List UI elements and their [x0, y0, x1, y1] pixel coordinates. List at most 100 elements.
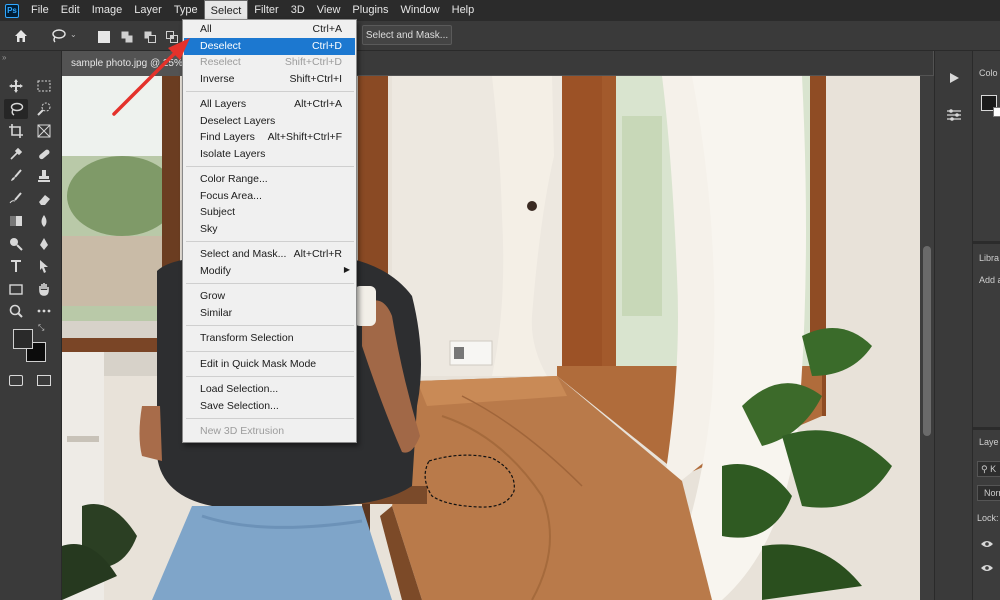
select-menu-item-select-and-mask[interactable]: Select and Mask... Alt+Ctrl+R	[184, 246, 355, 263]
swap-colors-icon[interactable]: ⤡	[38, 323, 44, 333]
menu-item-label: Load Selection...	[200, 383, 279, 395]
gradient-tool-icon[interactable]	[4, 211, 28, 231]
type-tool-icon[interactable]	[4, 256, 28, 276]
menu-plugins[interactable]: Plugins	[346, 0, 394, 21]
quick-mask-icon[interactable]	[9, 375, 23, 386]
pen-tool-icon[interactable]	[32, 234, 56, 254]
zoom-tool-icon[interactable]	[4, 301, 28, 321]
more-tools-icon[interactable]	[32, 301, 56, 321]
brush-tool-icon[interactable]	[4, 166, 28, 186]
select-menu-item-subject[interactable]: Subject	[184, 204, 355, 221]
select-menu-item-transform-selection[interactable]: Transform Selection	[184, 330, 355, 347]
panel-dock	[934, 51, 972, 600]
foreground-color-swatch[interactable]	[13, 329, 33, 349]
menu-item-label: Deselect Layers	[200, 114, 276, 127]
menu-view[interactable]: View	[311, 0, 347, 21]
vertical-scrollbar[interactable]	[920, 76, 934, 600]
menu-item-shortcut: Alt+Ctrl+R	[293, 248, 342, 260]
menu-separator	[186, 283, 354, 284]
play-icon[interactable]	[947, 71, 961, 85]
menu-image[interactable]: Image	[86, 0, 129, 21]
menu-item-shortcut: Ctrl+D	[311, 39, 342, 52]
libraries-panel-label[interactable]: Libra	[979, 253, 999, 263]
menu-item-label: Select and Mask...	[200, 248, 287, 260]
select-menu-item-grow[interactable]: Grow	[184, 288, 355, 305]
menu-window[interactable]: Window	[395, 0, 446, 21]
dodge-tool-icon[interactable]	[4, 234, 28, 254]
layers-panel-label[interactable]: Laye	[979, 437, 999, 447]
select-menu-item-find-layers[interactable]: Find Layers Alt+Shift+Ctrl+F	[184, 129, 355, 146]
path-select-tool-icon[interactable]	[32, 256, 56, 276]
select-menu-item-load-selection[interactable]: Load Selection...	[184, 381, 355, 398]
search-icon: ⚲	[981, 464, 991, 474]
add-to-selection-icon[interactable]	[121, 31, 133, 43]
lasso-preset-icon[interactable]	[50, 28, 66, 44]
menu-layer[interactable]: Layer	[128, 0, 168, 21]
select-menu-item-color-range[interactable]: Color Range...	[184, 171, 355, 188]
move-tool-icon[interactable]	[4, 76, 28, 96]
subtract-from-selection-icon[interactable]	[144, 31, 156, 43]
menu-3d[interactable]: 3D	[285, 0, 311, 21]
menu-item-shortcut: Alt+Ctrl+A	[294, 98, 342, 110]
menu-item-label: Edit in Quick Mask Mode	[200, 357, 317, 370]
quick-select-tool-icon[interactable]	[32, 99, 56, 119]
select-menu-item-isolate-layers[interactable]: Isolate Layers	[184, 146, 355, 163]
menu-type[interactable]: Type	[168, 0, 204, 21]
menu-file[interactable]: File	[25, 0, 55, 21]
menu-item-label: Color Range...	[200, 173, 268, 185]
menu-select[interactable]: Select	[203, 0, 249, 21]
select-menu-item-all-layers[interactable]: All Layers Alt+Ctrl+A	[184, 96, 355, 113]
menu-item-label: New 3D Extrusion	[200, 425, 285, 437]
rectangle-tool-icon[interactable]	[4, 279, 28, 299]
eye-icon[interactable]	[980, 539, 994, 549]
eye-icon[interactable]	[980, 563, 994, 573]
healing-tool-icon[interactable]	[32, 144, 56, 164]
options-bar: ⌄ Select and Mask...	[0, 21, 1000, 51]
blur-tool-icon[interactable]	[32, 211, 56, 231]
menu-bar: Ps File Edit Image Layer Type Select Fil…	[0, 0, 1000, 21]
scrollbar-thumb[interactable]	[923, 246, 931, 436]
menu-separator	[186, 350, 354, 352]
marquee-tool-icon[interactable]	[32, 76, 56, 96]
crop-tool-icon[interactable]	[4, 121, 28, 141]
eyedropper-tool-icon[interactable]	[4, 144, 28, 164]
select-menu-item-sky[interactable]: Sky	[184, 221, 355, 238]
select-menu-item-focus-area[interactable]: Focus Area...	[184, 188, 355, 205]
history-brush-tool-icon[interactable]	[4, 189, 28, 209]
document-tab[interactable]: sample photo.jpg @ 25%	[63, 51, 183, 75]
select-menu-item-all[interactable]: All Ctrl+A	[184, 21, 355, 38]
chevron-down-icon[interactable]: ⌄	[70, 30, 80, 40]
select-menu-item-save-selection[interactable]: Save Selection...	[184, 398, 355, 415]
menu-filter[interactable]: Filter	[248, 0, 284, 21]
menu-item-label: All	[200, 23, 212, 35]
home-icon[interactable]	[13, 28, 29, 44]
background-color-swatch[interactable]	[993, 107, 1000, 117]
menu-item-shortcut: Shift+Ctrl+D	[284, 56, 342, 68]
menu-item-label: Inverse	[200, 72, 235, 85]
frame-tool-icon[interactable]	[32, 121, 56, 141]
adjustments-icon[interactable]	[946, 108, 962, 122]
menu-help[interactable]: Help	[446, 0, 481, 21]
select-menu-item-edit-in-quick-mask-mode[interactable]: Edit in Quick Mask Mode	[184, 356, 355, 373]
select-menu-item-deselect-layers[interactable]: Deselect Layers	[184, 113, 355, 130]
blend-mode-select[interactable]: Norm	[977, 485, 1000, 501]
new-selection-icon[interactable]	[98, 31, 110, 43]
stamp-tool-icon[interactable]	[32, 166, 56, 186]
select-menu-item-deselect[interactable]: Deselect Ctrl+D	[184, 37, 355, 55]
color-panel-label[interactable]: Colo	[979, 68, 998, 78]
lasso-tool-icon[interactable]	[4, 98, 28, 119]
select-menu-item-new-3d-extrusion: New 3D Extrusion	[184, 423, 355, 440]
layers-filter-field[interactable]: ⚲ K	[977, 461, 1000, 477]
libraries-add-text: Add a	[979, 275, 1000, 285]
intersect-selection-icon[interactable]	[166, 31, 178, 43]
select-menu-item-similar[interactable]: Similar	[184, 305, 355, 322]
select-and-mask-button[interactable]: Select and Mask...	[362, 25, 452, 45]
select-menu-item-inverse[interactable]: Inverse Shift+Ctrl+I	[184, 71, 355, 88]
menu-edit[interactable]: Edit	[55, 0, 86, 21]
hand-tool-icon[interactable]	[32, 279, 56, 299]
screen-mode-icon[interactable]	[37, 375, 51, 386]
collapse-icon[interactable]: »	[2, 53, 6, 62]
lock-label: Lock:	[977, 513, 999, 523]
eraser-tool-icon[interactable]	[32, 189, 56, 209]
select-menu-item-modify[interactable]: Modify ▶	[184, 263, 355, 280]
